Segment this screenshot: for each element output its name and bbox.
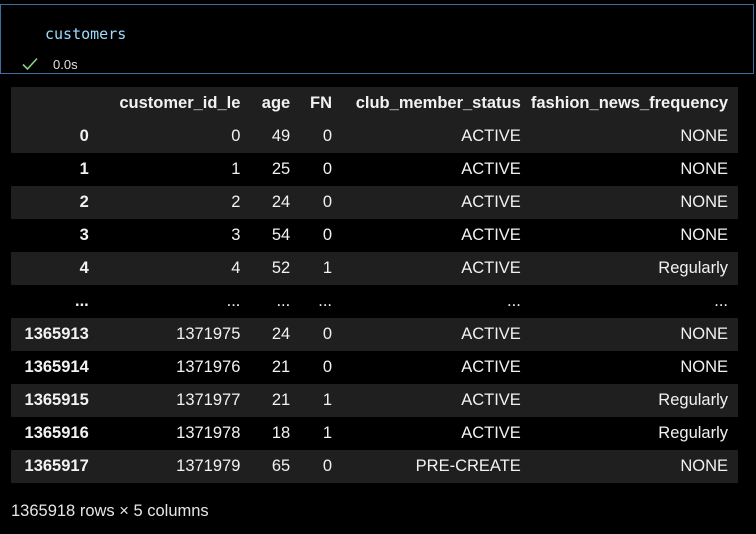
cell-customer-id-le: 3 — [231, 226, 241, 244]
row-index: 3 — [79, 226, 89, 244]
cell-fashion-news-frequency: Regularly — [658, 424, 728, 442]
column-header-index — [11, 87, 99, 120]
cell-fashion-news-frequency: NONE — [680, 127, 728, 145]
cell-fn: 0 — [322, 226, 333, 244]
row-index: 1365916 — [24, 424, 89, 442]
table-row-ellipsis: ... ... ... ... ... ... — [11, 285, 738, 318]
code-line[interactable]: customers — [45, 25, 126, 43]
cell-age: 24 — [271, 325, 291, 343]
cell-age: 24 — [271, 193, 291, 211]
row-index: 0 — [79, 127, 89, 145]
cell-fashion-news-frequency: NONE — [680, 226, 728, 244]
cell-customer-id-le: 2 — [231, 193, 241, 211]
column-header-fashion-news-frequency: fashion_news_frequency — [530, 94, 728, 112]
cell-fn: 1 — [322, 259, 333, 277]
table-row: 1365913 1371975 24 0 ACTIVE NONE — [11, 318, 738, 351]
execution-time: 0.0s — [53, 56, 78, 72]
table-row: 3 3 54 0 ACTIVE NONE — [11, 219, 738, 252]
cell-fashion-news-frequency: NONE — [680, 457, 728, 475]
cell-fn: 0 — [322, 457, 333, 475]
column-header-fn: FN — [310, 94, 333, 112]
cell-club-member-status: PRE-CREATE — [415, 457, 521, 475]
cell-fn: 0 — [322, 325, 333, 343]
cell-club-member-status: ACTIVE — [461, 226, 521, 244]
cell-club-member-status: ACTIVE — [461, 127, 521, 145]
cell-club-member-status: ACTIVE — [461, 358, 521, 376]
row-index: 1365913 — [24, 325, 89, 343]
cell-age: 18 — [271, 424, 291, 442]
column-header-club-member-status: club_member_status — [355, 94, 521, 112]
cell-club-member-status: ... — [507, 292, 521, 310]
cell-fn: 1 — [322, 424, 333, 442]
cell-fashion-news-frequency: NONE — [680, 358, 728, 376]
column-header-customer-id-le: customer_id_le — [119, 94, 241, 112]
cell-club-member-status: ACTIVE — [461, 424, 521, 442]
code-cell[interactable]: customers 0.0s — [0, 4, 754, 74]
cell-age: 21 — [271, 358, 291, 376]
dataframe-shape-summary: 1365918 rows × 5 columns — [11, 502, 209, 520]
row-index: 1365914 — [24, 358, 89, 376]
row-index: ... — [75, 292, 89, 310]
cell-age: 54 — [271, 226, 291, 244]
cell-age: 25 — [271, 160, 291, 178]
cell-customer-id-le: 1371978 — [176, 424, 241, 442]
table-row: 1365916 1371978 18 1 ACTIVE Regularly — [11, 417, 738, 450]
table-header-row: customer_id_le age FN club_member_status… — [11, 87, 738, 120]
table-row: 0 0 49 0 ACTIVE NONE — [11, 120, 738, 153]
check-icon — [22, 57, 38, 71]
table-row: 2 2 24 0 ACTIVE NONE — [11, 186, 738, 219]
cell-customer-id-le: ... — [226, 292, 241, 310]
table-row: 1365915 1371977 21 1 ACTIVE Regularly — [11, 384, 738, 417]
cell-fashion-news-frequency: NONE — [680, 325, 728, 343]
cell-fn: 0 — [322, 193, 333, 211]
table-row: 1365914 1371976 21 0 ACTIVE NONE — [11, 351, 738, 384]
cell-age: 65 — [271, 457, 291, 475]
cell-age: ... — [276, 292, 291, 310]
cell-customer-id-le: 1371977 — [176, 391, 241, 409]
cell-fashion-news-frequency: Regularly — [658, 391, 728, 409]
cell-customer-id-le: 1371975 — [176, 325, 241, 343]
table-row: 1365917 1371979 65 0 PRE-CREATE NONE — [11, 450, 738, 483]
cell-fashion-news-frequency: NONE — [680, 160, 728, 178]
column-header-age: age — [261, 94, 291, 112]
cell-customer-id-le: 1371976 — [176, 358, 241, 376]
dataframe-output: customer_id_le age FN club_member_status… — [11, 87, 738, 483]
cell-club-member-status: ACTIVE — [461, 259, 521, 277]
dataframe-table: customer_id_le age FN club_member_status… — [11, 87, 738, 483]
cell-fn: 1 — [322, 391, 333, 409]
row-index: 2 — [79, 193, 89, 211]
row-index: 4 — [79, 259, 89, 277]
cell-customer-id-le: 4 — [231, 259, 241, 277]
cell-fn: 0 — [322, 127, 333, 145]
row-index: 1365917 — [24, 457, 89, 475]
cell-fashion-news-frequency: Regularly — [658, 259, 728, 277]
cell-club-member-status: ACTIVE — [461, 391, 521, 409]
row-index: 1365915 — [24, 391, 89, 409]
cell-age: 49 — [271, 127, 291, 145]
cell-fashion-news-frequency: NONE — [680, 193, 728, 211]
cell-age: 52 — [271, 259, 291, 277]
cell-customer-id-le: 1371979 — [176, 457, 241, 475]
table-row: 4 4 52 1 ACTIVE Regularly — [11, 252, 738, 285]
cell-fn: ... — [318, 292, 333, 310]
row-index: 1 — [79, 160, 89, 178]
cell-fashion-news-frequency: ... — [714, 292, 728, 310]
cell-age: 21 — [271, 391, 291, 409]
cell-customer-id-le: 1 — [231, 160, 241, 178]
cell-club-member-status: ACTIVE — [461, 160, 521, 178]
table-row: 1 1 25 0 ACTIVE NONE — [11, 153, 738, 186]
execution-status: 0.0s — [21, 53, 78, 75]
cell-fn: 0 — [322, 160, 333, 178]
cell-club-member-status: ACTIVE — [461, 325, 521, 343]
cell-club-member-status: ACTIVE — [461, 193, 521, 211]
cell-customer-id-le: 0 — [231, 127, 241, 145]
cell-fn: 0 — [322, 358, 333, 376]
